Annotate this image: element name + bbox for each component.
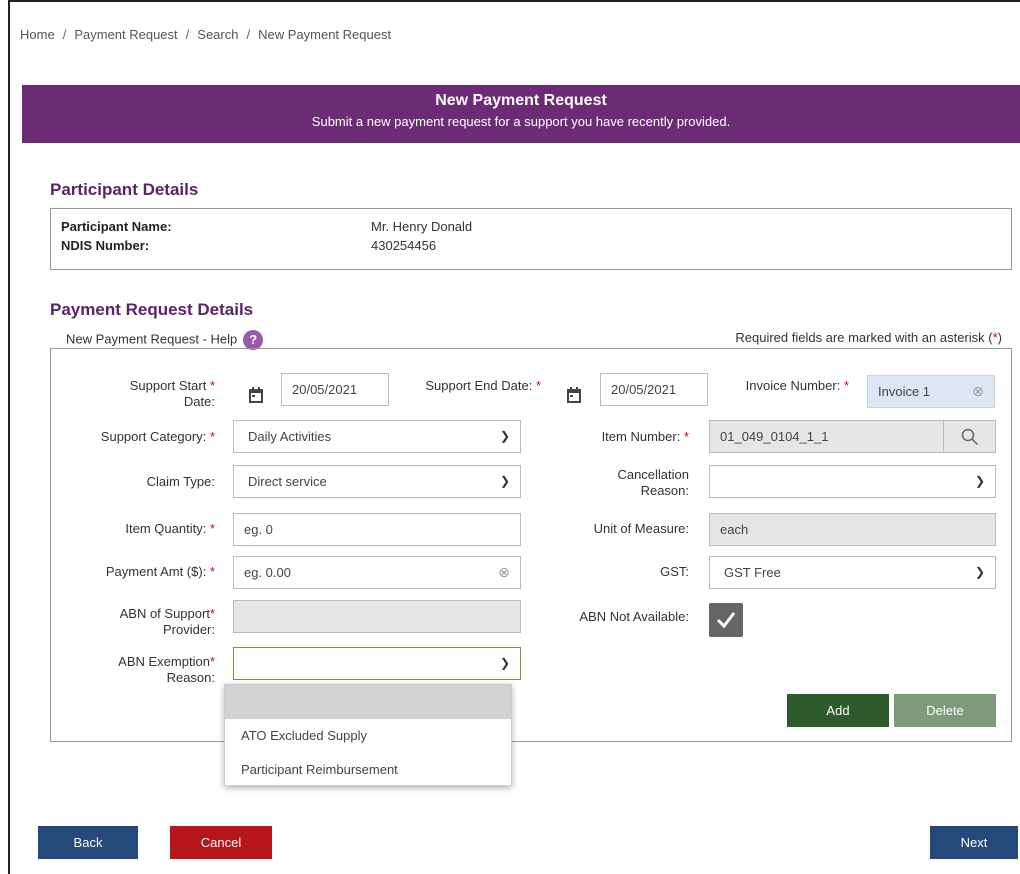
item-number-label: Item Number: * (601, 429, 689, 444)
calendar-icon[interactable] (249, 387, 263, 407)
chevron-down-icon: ❯ (974, 474, 985, 488)
calendar-icon[interactable] (567, 387, 581, 407)
help-label: New Payment Request - Help (66, 331, 238, 347)
cancellation-reason-label: Cancellation Reason: (617, 467, 689, 498)
page-title: New Payment Request (435, 92, 607, 109)
breadcrumb-current: New Payment Request (258, 27, 392, 42)
participant-name-value: Mr. Henry Donald (371, 219, 473, 234)
abn-exemption-label: ABN Exemption* Reason: (118, 654, 215, 685)
checkmark-icon (716, 612, 736, 629)
abn-exemption-select[interactable]: ❯ (233, 647, 521, 680)
gst-label: GST: (660, 564, 689, 579)
payment-amount-input[interactable]: eg. 0.00 ⊗ (233, 556, 521, 589)
breadcrumb: Home / Payment Request / Search / New Payment … (20, 27, 392, 42)
support-end-date-input[interactable]: 20/05/2021 (600, 373, 708, 406)
abn-exemption-dropdown: ATO Excluded Supply Participant Reimburs… (224, 684, 512, 786)
payment-form: Support Start * Date: 20/05/2021 Support … (50, 348, 1012, 742)
support-start-date-input[interactable]: 20/05/2021 (281, 373, 389, 406)
clear-circle-icon[interactable]: ⊗ (972, 376, 984, 407)
help-icon[interactable]: ? (243, 330, 264, 350)
clear-circle-icon[interactable]: ⊗ (498, 557, 510, 588)
abn-provider-input (233, 600, 521, 633)
invoice-number-label: Invoice Number: * (745, 378, 849, 393)
participant-name-label: Participant Name: (61, 219, 172, 234)
claim-type-label: Claim Type: (146, 474, 215, 489)
invoice-number-input[interactable]: Invoice 1 ⊗ (867, 375, 995, 408)
claim-type-value: Direct service (248, 474, 327, 489)
support-start-label: Support Start * Date: (129, 378, 215, 409)
participant-section-title: Participant Details (50, 180, 199, 199)
item-quantity-input[interactable]: eg. 0 (233, 513, 521, 546)
help-row: New Payment Request - Help? (66, 330, 264, 350)
cancel-button[interactable]: Cancel (170, 826, 272, 859)
next-button[interactable]: Next (930, 826, 1018, 859)
chevron-down-icon: ❯ (499, 474, 510, 488)
cancellation-reason-select[interactable]: ❯ (709, 465, 996, 498)
support-category-label: Support Category: * (100, 429, 215, 444)
invoice-number-value: Invoice 1 (878, 384, 931, 399)
chevron-down-icon: ❯ (499, 429, 510, 443)
ndis-number-value: 430254456 (371, 238, 437, 253)
abn-provider-label: ABN of Support* Provider: (119, 606, 215, 637)
breadcrumb-search[interactable]: Search (197, 27, 238, 42)
support-category-value: Daily Activities (248, 429, 332, 444)
payment-section-title: Payment Request Details (50, 300, 254, 319)
page-subtitle: Submit a new payment request for a suppo… (311, 114, 731, 129)
chevron-down-icon: ❯ (499, 656, 510, 670)
support-category-select[interactable]: Daily Activities ❯ (233, 420, 521, 453)
back-button[interactable]: Back (38, 826, 138, 859)
dropdown-option-ato-excluded-supply[interactable]: ATO Excluded Supply (225, 719, 511, 753)
payment-amount-label: Payment Amt ($): * (105, 564, 215, 579)
search-icon (961, 428, 978, 446)
top-border (10, 0, 1020, 2)
payment-amount-placeholder: eg. 0.00 (244, 565, 291, 580)
required-note: Required fields are marked with an aster… (735, 330, 1002, 345)
gst-select[interactable]: GST Free ❯ (709, 556, 996, 589)
unit-of-measure-label: Unit of Measure: (593, 521, 689, 536)
page-banner: New Payment Request Submit a new payment… (22, 85, 1020, 143)
item-number-search-button[interactable] (943, 420, 996, 453)
claim-type-select[interactable]: Direct service ❯ (233, 465, 521, 498)
page-frame: Home / Payment Request / Search / New Payment … (8, 0, 1020, 874)
gst-value: GST Free (724, 565, 781, 580)
item-quantity-label: Item Quantity: * (125, 521, 215, 536)
dropdown-option-blank[interactable] (225, 685, 511, 719)
participant-details-box: Participant Name: Mr. Henry Donald NDIS … (50, 208, 1012, 270)
support-end-label: Support End Date: * (425, 378, 541, 393)
dropdown-option-participant-reimbursement[interactable]: Participant Reimbursement (225, 753, 511, 787)
abn-not-available-label: ABN Not Available: (579, 609, 689, 624)
required-note-text: Required fields are marked with an aster… (735, 330, 993, 345)
breadcrumb-home[interactable]: Home (20, 27, 55, 42)
breadcrumb-payment-request[interactable]: Payment Request (74, 27, 177, 42)
delete-button[interactable]: Delete (894, 694, 996, 727)
required-note-close: ) (997, 330, 1002, 345)
chevron-down-icon: ❯ (974, 565, 985, 579)
abn-not-available-checkbox[interactable] (709, 603, 743, 637)
unit-of-measure-input: each (709, 513, 996, 546)
add-button[interactable]: Add (787, 694, 889, 727)
ndis-number-label: NDIS Number: (61, 238, 150, 253)
item-number-input: 01_049_0104_1_1 (709, 420, 944, 453)
